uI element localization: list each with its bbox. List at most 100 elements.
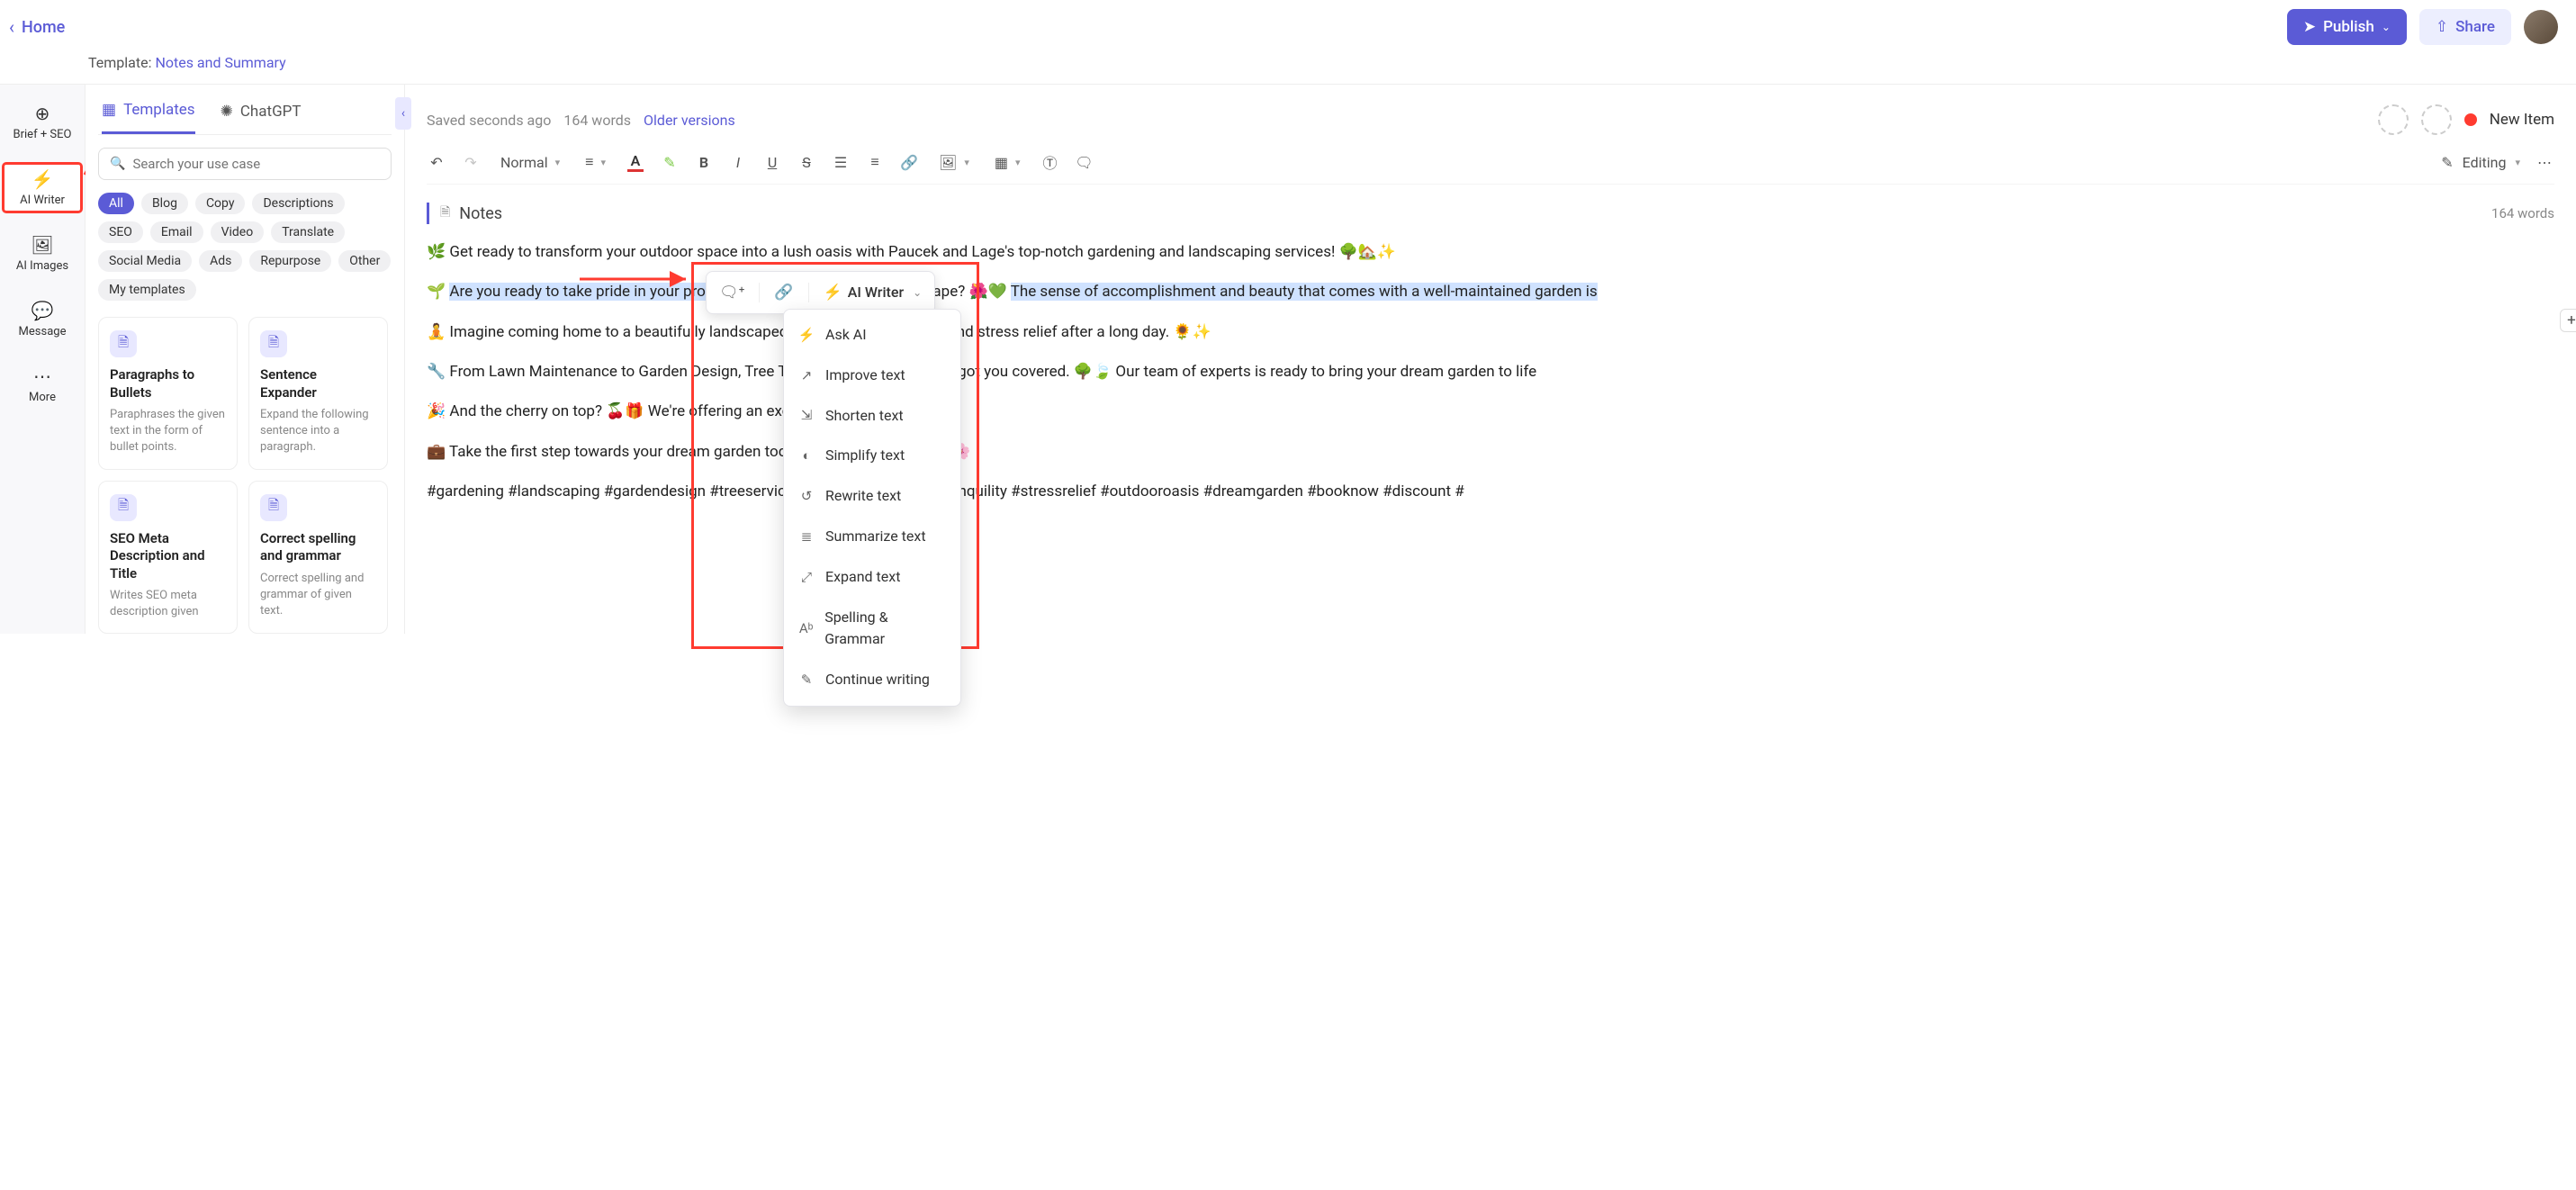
template-card[interactable]: 🗎Sentence ExpanderExpand the following s…	[248, 317, 388, 470]
more-toolbar-button[interactable]: ⋯	[2535, 154, 2554, 171]
older-versions-link[interactable]: Older versions	[644, 112, 735, 129]
pencil-icon: ✎	[2441, 154, 2453, 171]
add-collaborator-button[interactable]	[2378, 104, 2409, 135]
template-name-link[interactable]: Notes and Summary	[155, 54, 285, 71]
paragraph[interactable]: 🔧 From Lawn Maintenance to Garden Design…	[427, 360, 2554, 383]
paragraph[interactable]: 🌿 Get ready to transform your outdoor sp…	[427, 240, 2554, 264]
tab-label: Templates	[123, 101, 195, 119]
dots-icon: ⋯	[33, 365, 51, 387]
tab-templates[interactable]: ▦ Templates	[102, 101, 195, 134]
ai-menu-spelling-grammar[interactable]: AᵇSpelling & Grammar	[784, 598, 960, 661]
menu-item-icon: ↺	[798, 486, 815, 507]
chevron-down-icon: ▾	[600, 157, 606, 168]
add-block-button[interactable]: +	[2560, 309, 2576, 332]
clear-format-button[interactable]: Ⓣ	[1040, 151, 1060, 173]
text-color-button[interactable]: A	[626, 152, 645, 172]
bolt-icon: ⚡	[824, 281, 842, 304]
paragraph[interactable]: 🎉 And the cherry on top? 🍒🎁 We're offeri…	[427, 400, 2554, 423]
divider	[759, 283, 760, 302]
tab-chatgpt[interactable]: ✺ ChatGPT	[221, 101, 302, 134]
ai-menu-simplify-text[interactable]: ◐Simplify text	[784, 436, 960, 476]
ai-writer-dropdown: ⚡Ask AI↗Improve text⇲Shorten text◐Simpli…	[783, 309, 961, 707]
filter-tag-my-templates[interactable]: My templates	[98, 279, 196, 301]
menu-item-icon: ⤢	[798, 567, 815, 588]
add-comment-button[interactable]: 🗨⁺	[714, 277, 750, 308]
template-card[interactable]: 🗎SEO Meta Description and TitleWrites SE…	[98, 481, 238, 635]
undo-button[interactable]: ↶	[427, 154, 446, 171]
back-chevron-icon[interactable]: ‹	[9, 16, 14, 38]
divider	[808, 283, 809, 302]
share-label: Share	[2455, 18, 2495, 36]
rail-brief-seo[interactable]: ⊕ Brief + SEO	[3, 97, 82, 147]
rail-ai-writer[interactable]: ⚡ AI Writer	[3, 163, 82, 212]
comment-button[interactable]: 🗨	[1075, 154, 1094, 171]
template-card[interactable]: 🗎Correct spelling and grammarCorrect spe…	[248, 481, 388, 635]
filter-tag-copy[interactable]: Copy	[195, 193, 246, 214]
publish-label: Publish	[2323, 18, 2374, 36]
ai-menu-summarize-text[interactable]: ≣Summarize text	[784, 517, 960, 557]
rail-ai-images[interactable]: 🖼 AI Images	[3, 229, 82, 278]
align-select[interactable]: ≡▾	[580, 151, 611, 173]
menu-item-icon: ⇲	[798, 405, 815, 426]
ai-menu-expand-text[interactable]: ⤢Expand text	[784, 557, 960, 598]
link-button[interactable]: 🔗	[899, 154, 919, 171]
filter-tag-seo[interactable]: SEO	[98, 221, 143, 243]
insert-link-button[interactable]: 🔗	[769, 277, 798, 308]
share-button[interactable]: ⇧ Share	[2419, 9, 2511, 45]
filter-tag-blog[interactable]: Blog	[141, 193, 188, 214]
paragraph[interactable]: 💼 Take the first step towards your dream…	[427, 440, 2554, 464]
home-link[interactable]: Home	[22, 18, 65, 37]
ai-menu-rewrite-text[interactable]: ↺ Rewrite text	[784, 476, 960, 517]
search-input[interactable]	[132, 156, 380, 172]
text: 🌱	[427, 283, 449, 301]
search-box[interactable]: 🔍	[98, 148, 392, 180]
selected-text[interactable]: The sense of accomplishment and beauty t…	[1011, 283, 1598, 301]
filter-tag-video[interactable]: Video	[211, 221, 265, 243]
ai-writer-bubble-button[interactable]: ⚡ AI Writer ⌄	[818, 277, 928, 308]
paragraph[interactable]: #gardening #landscaping #gardendesign #t…	[427, 480, 2554, 503]
paragraph-style-select[interactable]: Normal ▾	[495, 152, 565, 173]
rail-label: AI Images	[16, 259, 68, 273]
filter-tag-repurpose[interactable]: Repurpose	[249, 250, 331, 272]
ai-menu-improve-text[interactable]: ↗Improve text	[784, 356, 960, 396]
highlight-button[interactable]: ✎	[660, 154, 680, 171]
document-content[interactable]: 🌿 Get ready to transform your outdoor sp…	[427, 240, 2554, 503]
chevron-down-icon: ⌄	[913, 284, 922, 302]
new-item-label[interactable]: New Item	[2490, 111, 2554, 129]
template-card[interactable]: 🗎Paragraphs to BulletsParaphrases the gi…	[98, 317, 238, 470]
strikethrough-button[interactable]: S	[797, 154, 816, 171]
ai-menu-shorten-text[interactable]: ⇲Shorten text	[784, 396, 960, 437]
filter-tag-email[interactable]: Email	[150, 221, 203, 243]
add-attachment-button[interactable]	[2421, 104, 2452, 135]
menu-item-label: Rewrite text	[825, 485, 901, 508]
numbered-list-button[interactable]: ≡	[865, 153, 885, 171]
redo-button[interactable]: ↷	[461, 154, 481, 171]
filter-tag-other[interactable]: Other	[338, 250, 391, 272]
filter-tag-social-media[interactable]: Social Media	[98, 250, 192, 272]
rail-message[interactable]: 💬 Message	[3, 294, 82, 344]
bold-button[interactable]: B	[694, 154, 714, 171]
bulleted-list-button[interactable]: ☰	[831, 154, 851, 171]
ai-menu-continue-writing[interactable]: ✎Continue writing	[784, 660, 960, 700]
italic-button[interactable]: I	[728, 154, 748, 171]
filter-tag-descriptions[interactable]: Descriptions	[252, 193, 344, 214]
card-desc: Correct spelling and grammar of given te…	[260, 571, 376, 620]
filter-tag-ads[interactable]: Ads	[199, 250, 242, 272]
menu-item-icon: Aᵇ	[798, 618, 814, 639]
avatar[interactable]	[2524, 10, 2558, 44]
rail-label: Message	[19, 325, 67, 338]
ai-menu-ask-ai[interactable]: ⚡Ask AI	[784, 315, 960, 356]
filter-tag-all[interactable]: All	[98, 193, 134, 214]
collapse-panel-button[interactable]: ‹	[395, 97, 411, 130]
insert-table-select[interactable]: ▦▾	[989, 152, 1026, 173]
publish-button[interactable]: ➤ Publish ⌄	[2287, 9, 2407, 45]
image-icon: 🖼	[31, 234, 53, 256]
rail-more[interactable]: ⋯ More	[3, 360, 82, 410]
menu-item-icon: ✎	[798, 670, 815, 690]
table-icon: ▦	[995, 154, 1008, 171]
filter-tag-translate[interactable]: Translate	[271, 221, 345, 243]
insert-image-select[interactable]: 🖼▾	[933, 152, 975, 173]
underline-button[interactable]: U	[762, 154, 782, 171]
editing-mode-select[interactable]: ✎ Editing ▾	[2441, 154, 2520, 171]
paragraph[interactable]: 🧘 Imagine coming home to a beautifully l…	[427, 320, 2554, 344]
